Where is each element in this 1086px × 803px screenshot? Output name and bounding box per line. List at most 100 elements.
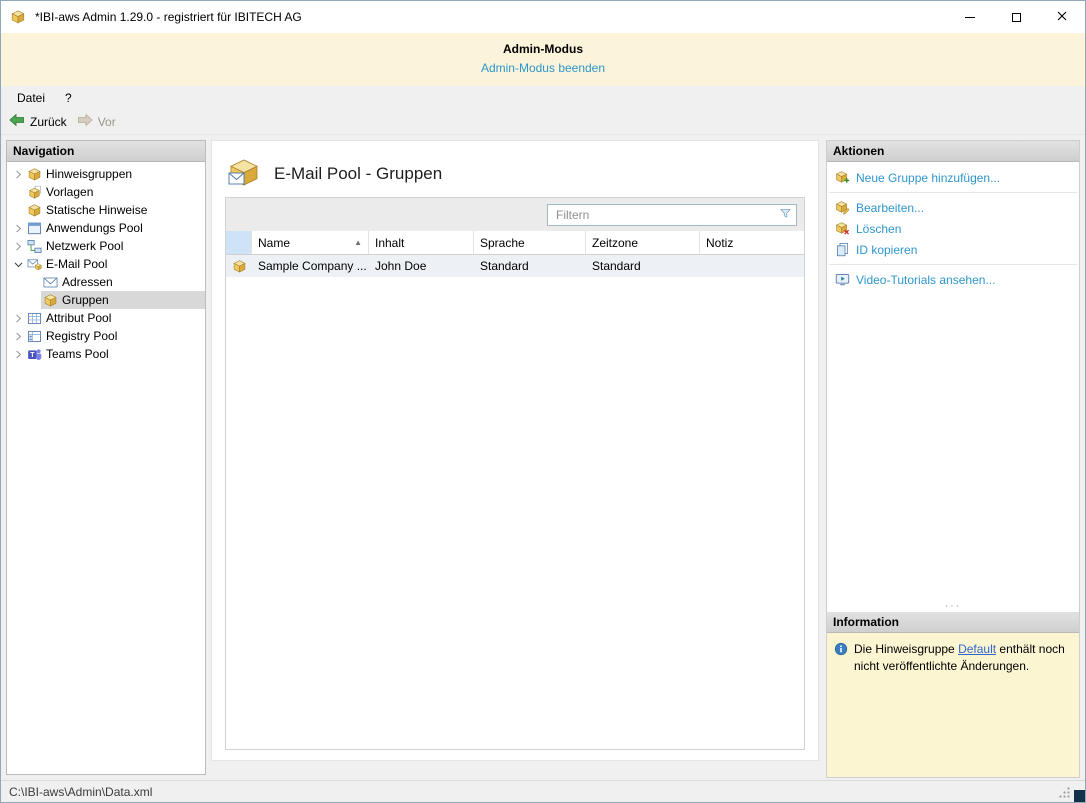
table-row[interactable]: Sample Company ... John Doe Standard Sta…: [226, 255, 804, 277]
nav-item-label: Vorlagen: [46, 185, 94, 199]
chevron-right-icon[interactable]: [11, 242, 25, 251]
column-header-sprache[interactable]: Sprache: [474, 231, 586, 254]
filter-bar: [226, 198, 804, 231]
nav-item-anwendungs-pool[interactable]: Anwendungs Pool: [7, 219, 205, 237]
addresses-icon: [43, 275, 58, 290]
content-header: E-Mail Pool - Gruppen: [225, 151, 805, 197]
table-header-row: Name ▲ Inhalt Sprache Zeitzone Notiz: [226, 231, 804, 255]
resize-grip-icon[interactable]: [1058, 786, 1071, 799]
svg-text:T: T: [30, 351, 35, 358]
static-notices-icon: [27, 203, 42, 218]
nav-item-netzwerk-pool[interactable]: Netzwerk Pool: [7, 237, 205, 255]
nav-item-label: Hinweisgruppen: [46, 167, 133, 181]
nav-item-label: Adressen: [62, 275, 113, 289]
toolbar: Zurück Vor: [1, 109, 1085, 135]
copy-icon: [835, 242, 850, 257]
action-copy-id[interactable]: ID kopieren: [827, 239, 1079, 260]
filter-field: [547, 203, 797, 226]
maximize-icon: [1011, 12, 1021, 22]
close-button[interactable]: [1039, 1, 1085, 33]
minimize-icon: [965, 16, 975, 18]
application-pool-icon: [27, 221, 42, 236]
minimize-button[interactable]: [947, 1, 993, 33]
chevron-right-icon[interactable]: [11, 332, 25, 341]
empty-list-area: [226, 277, 804, 749]
row-group-icon: [226, 259, 252, 274]
nav-item-teams-pool[interactable]: T Teams Pool: [7, 345, 205, 363]
nav-item-label: Attribut Pool: [46, 311, 112, 325]
actions-list: Neue Gruppe hinzufügen... Bearbeiten... …: [827, 162, 1079, 600]
column-header-notiz[interactable]: Notiz: [700, 231, 804, 254]
email-pool-icon: [27, 257, 42, 272]
window-corner-accent: [1074, 790, 1085, 802]
window-controls: [947, 1, 1085, 33]
action-label: Löschen: [856, 221, 902, 236]
nav-item-vorlagen[interactable]: Vorlagen: [7, 183, 205, 201]
column-header-name[interactable]: Name ▲: [252, 231, 369, 254]
actions-panel: Aktionen Neue Gruppe hinzufügen... Bearb…: [826, 140, 1080, 778]
nav-item-label: Gruppen: [62, 293, 109, 307]
information-body: Die Hinweisgruppe Default enthält noch n…: [827, 633, 1079, 777]
page-title: E-Mail Pool - Gruppen: [274, 164, 443, 183]
nav-item-label: Anwendungs Pool: [46, 221, 143, 235]
splitter-dots-icon: ···: [944, 600, 962, 612]
teams-pool-icon: T: [27, 347, 42, 362]
back-button[interactable]: Zurück: [9, 113, 67, 130]
delete-icon: [835, 221, 850, 236]
exit-admin-mode-link[interactable]: Admin-Modus beenden: [481, 61, 605, 75]
title-bar: *IBI-aws Admin 1.29.0 - registriert für …: [1, 1, 1085, 33]
filter-input[interactable]: [556, 204, 779, 225]
app-window: *IBI-aws Admin 1.29.0 - registriert für …: [0, 0, 1086, 803]
action-delete[interactable]: Löschen: [827, 218, 1079, 239]
admin-mode-banner: Admin-Modus Admin-Modus beenden: [1, 33, 1085, 86]
column-header-zeitzone[interactable]: Zeitzone: [586, 231, 700, 254]
status-bar: C:\IBI-aws\Admin\Data.xml: [1, 780, 1085, 802]
nav-item-label: Registry Pool: [46, 329, 118, 343]
status-file-path: C:\IBI-aws\Admin\Data.xml: [9, 784, 153, 799]
back-arrow-icon: [9, 113, 25, 130]
default-group-link[interactable]: Default: [958, 642, 996, 656]
registry-pool-icon: [27, 329, 42, 344]
chevron-down-icon[interactable]: [11, 260, 25, 269]
action-label: Neue Gruppe hinzufügen...: [856, 170, 1001, 185]
action-video-tutorials[interactable]: Video-Tutorials ansehen...: [827, 269, 1079, 290]
separator: [829, 192, 1077, 193]
panel-splitter[interactable]: ···: [827, 600, 1079, 612]
column-header-inhalt[interactable]: Inhalt: [369, 231, 474, 254]
filter-funnel-icon[interactable]: [779, 207, 792, 223]
nav-item-email-pool[interactable]: E-Mail Pool: [7, 255, 205, 273]
cell-name: Sample Company ...: [258, 259, 367, 273]
forward-arrow-icon: [77, 113, 93, 130]
maximize-button[interactable]: [993, 1, 1039, 33]
action-edit[interactable]: Bearbeiten...: [827, 197, 1079, 218]
nav-item-hinweisgruppen[interactable]: Hinweisgruppen: [7, 165, 205, 183]
forward-button[interactable]: Vor: [77, 113, 116, 130]
chevron-right-icon[interactable]: [11, 224, 25, 233]
actions-header: Aktionen: [827, 141, 1079, 162]
nav-item-registry-pool[interactable]: Registry Pool: [7, 327, 205, 345]
attribute-pool-icon: [27, 311, 42, 326]
menu-datei[interactable]: Datei: [7, 86, 55, 109]
information-text: Die Hinweisgruppe Default enthält noch n…: [854, 641, 1072, 675]
forward-button-label: Vor: [97, 114, 116, 129]
nav-item-label: Teams Pool: [46, 347, 109, 361]
cell-inhalt: John Doe: [375, 259, 427, 273]
chevron-right-icon[interactable]: [11, 170, 25, 179]
nav-item-statische-hinweise[interactable]: Statische Hinweise: [7, 201, 205, 219]
nav-item-gruppen[interactable]: Gruppen: [7, 291, 205, 309]
chevron-right-icon[interactable]: [11, 350, 25, 359]
action-label: Video-Tutorials ansehen...: [856, 272, 996, 287]
nav-item-attribut-pool[interactable]: Attribut Pool: [7, 309, 205, 327]
separator: [829, 264, 1077, 265]
menu-bar: Datei ?: [1, 86, 1085, 109]
column-label: Name: [258, 235, 291, 250]
action-new-group[interactable]: Neue Gruppe hinzufügen...: [827, 167, 1079, 188]
nav-item-label: Statische Hinweise: [46, 203, 148, 217]
info-text-before: Die Hinweisgruppe: [854, 642, 959, 656]
notice-groups-icon: [27, 167, 42, 182]
cell-zeitzone: Standard: [592, 259, 641, 273]
icon-column-header[interactable]: [226, 231, 252, 254]
chevron-right-icon[interactable]: [11, 314, 25, 323]
menu-help[interactable]: ?: [55, 86, 82, 109]
nav-item-adressen[interactable]: Adressen: [7, 273, 205, 291]
